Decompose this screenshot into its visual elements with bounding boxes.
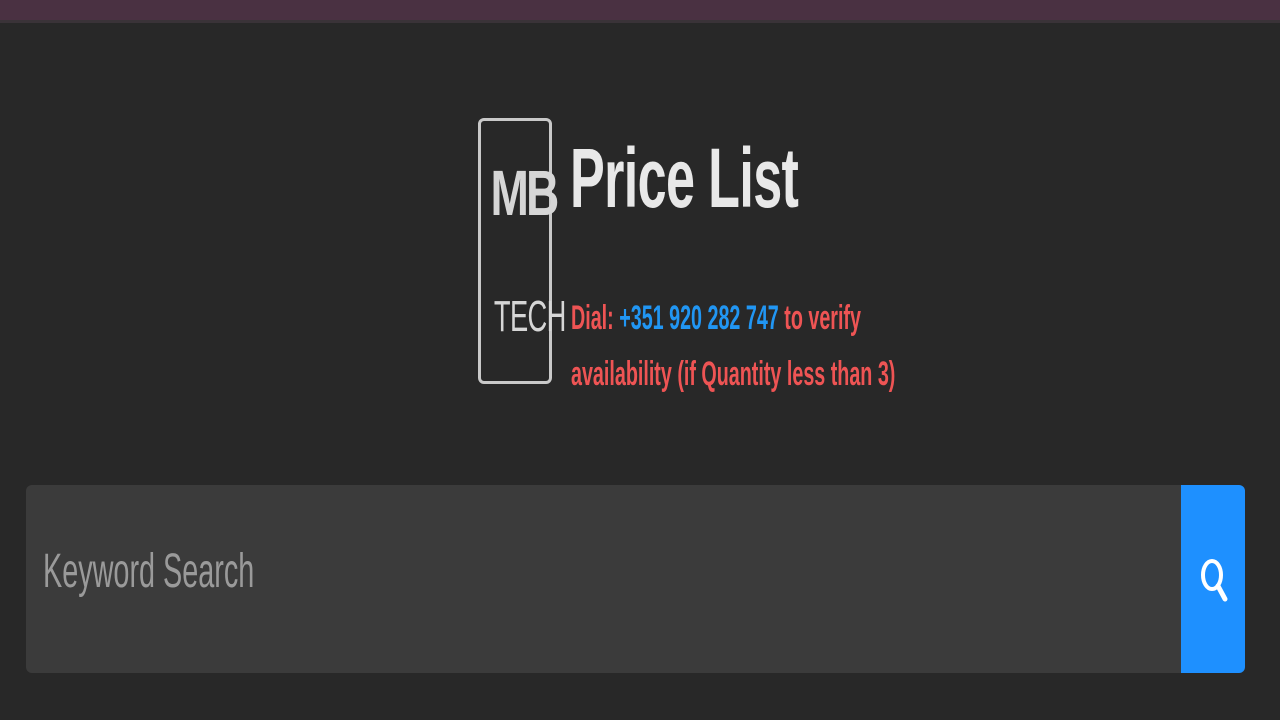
notice-suffix: to verify: [778, 299, 861, 337]
top-bar-divider: [0, 20, 1280, 23]
notice-line2: availability (if Quantity less than 3): [571, 355, 896, 393]
top-bar: [0, 0, 1280, 22]
notice-prefix: Dial:: [571, 299, 620, 337]
phone-number-link[interactable]: +351 920 282 747: [619, 299, 779, 337]
page-title: Price List: [570, 131, 799, 225]
search-button[interactable]: [1181, 485, 1245, 673]
search-bar: [26, 485, 1245, 673]
availability-notice: Dial: +351 920 282 747 to verify availab…: [571, 290, 895, 402]
logo-mb-text: MB: [490, 157, 560, 229]
brand-logo: MB TECH: [478, 118, 566, 384]
search-icon: [1201, 559, 1228, 602]
logo-tech-text: TECH: [493, 292, 566, 341]
search-input[interactable]: [26, 485, 1181, 673]
